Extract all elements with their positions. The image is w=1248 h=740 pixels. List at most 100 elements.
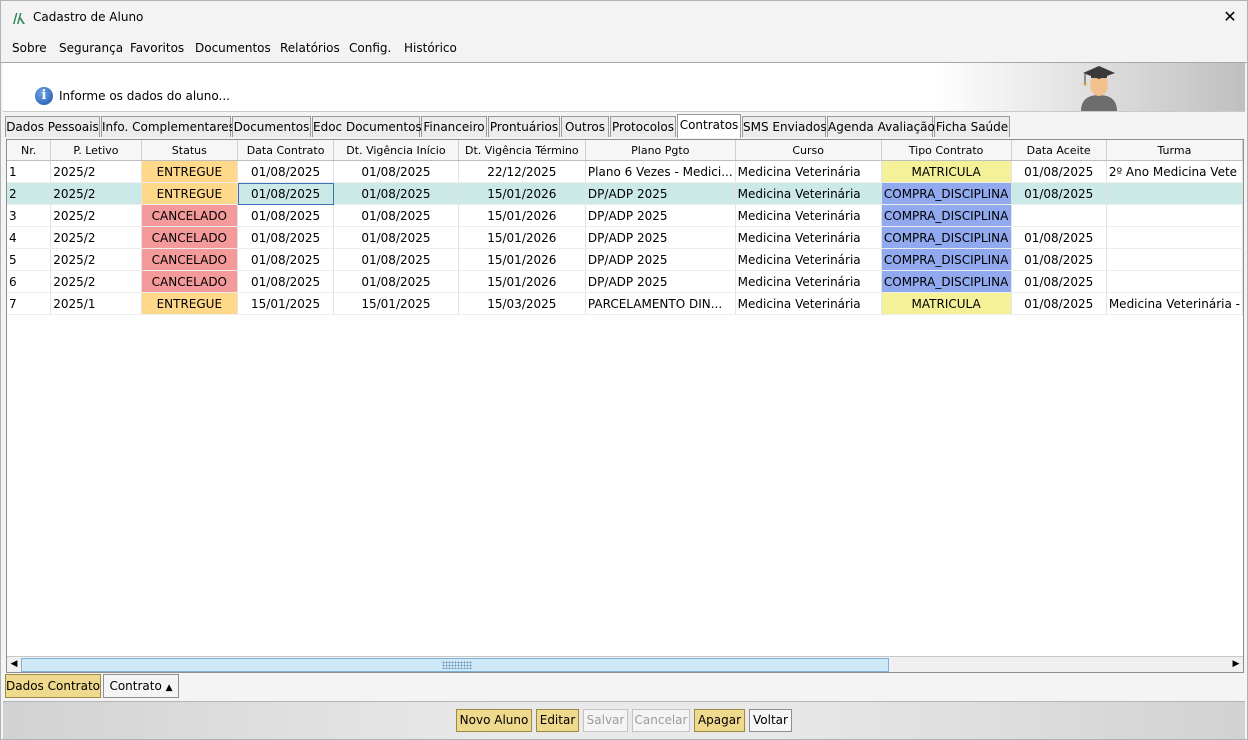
cell-curso: Medicina Veterinária <box>735 204 882 227</box>
menu-historico[interactable]: Histórico <box>404 41 457 55</box>
col-header-data-contrato[interactable]: Data Contrato <box>237 140 335 161</box>
tab-protocolos[interactable]: Protocolos <box>610 116 676 137</box>
close-icon[interactable]: ✕ <box>1221 7 1239 27</box>
col-header-status[interactable]: Status <box>141 140 239 161</box>
cell-vigencia-termino: 15/01/2026 <box>458 204 586 227</box>
tab-documentos[interactable]: Documentos <box>232 116 311 137</box>
cell-curso: Medicina Veterinária <box>735 160 882 183</box>
col-header-vigencia-termino[interactable]: Dt. Vigência Término <box>458 140 586 161</box>
cell-curso: Medicina Veterinária <box>735 182 882 205</box>
col-header-vigencia-inicio[interactable]: Dt. Vigência Início <box>333 140 459 161</box>
col-header-p-letivo[interactable]: P. Letivo <box>50 140 142 161</box>
cell-nr: 4 <box>7 226 52 249</box>
col-header-curso[interactable]: Curso <box>735 140 882 161</box>
cell-plano-pgto: DP/ADP 2025 <box>585 270 736 293</box>
menu-seguranca[interactable]: Segurança <box>59 41 123 55</box>
tab-sms-enviados[interactable]: SMS Enviados <box>742 116 827 137</box>
cell-turma <box>1106 226 1243 249</box>
cell-data-aceite: 01/08/2025 <box>1011 182 1107 205</box>
menu-config[interactable]: Config. <box>349 41 391 55</box>
table-row[interactable]: 3 2025/2 CANCELADO 01/08/2025 01/08/2025… <box>7 204 1243 227</box>
scrollbar-grip-icon <box>442 661 472 669</box>
tab-agenda-avaliacao[interactable]: Agenda Avaliação <box>827 116 935 137</box>
col-header-nr[interactable]: Nr. <box>7 140 52 161</box>
table-row[interactable]: 6 2025/2 CANCELADO 01/08/2025 01/08/2025… <box>7 270 1243 293</box>
cell-vigencia-inicio: 01/08/2025 <box>333 270 459 293</box>
cell-vigencia-termino: 15/01/2026 <box>458 226 586 249</box>
main-window: Cadastro de Aluno ✕ Sobre Segurança Favo… <box>0 0 1248 740</box>
horizontal-scrollbar[interactable]: ◀ ▶ <box>7 656 1243 672</box>
cell-vigencia-termino: 15/01/2026 <box>458 270 586 293</box>
editar-button[interactable]: Editar <box>536 709 579 732</box>
cell-p-letivo: 2025/1 <box>50 292 142 315</box>
cell-data-aceite: 01/08/2025 <box>1011 270 1107 293</box>
col-header-tipo-contrato[interactable]: Tipo Contrato <box>881 140 1012 161</box>
menu-relatorios[interactable]: Relatórios <box>280 41 340 55</box>
cell-plano-pgto: DP/ADP 2025 <box>585 226 736 249</box>
cell-tipo-contrato: COMPRA_DISCIPLINA <box>881 182 1012 205</box>
table-row[interactable]: 7 2025/1 ENTREGUE 15/01/2025 15/01/2025 … <box>7 292 1243 315</box>
cell-data-contrato: 15/01/2025 <box>237 292 335 315</box>
cell-status: CANCELADO <box>141 226 239 249</box>
cell-data-contrato: 01/08/2025 <box>237 248 335 271</box>
cell-data-contrato[interactable]: 01/08/2025 <box>237 182 335 205</box>
cell-p-letivo: 2025/2 <box>50 182 142 205</box>
cell-nr: 3 <box>7 204 52 227</box>
table-row[interactable]: 1 2025/2 ENTREGUE 01/08/2025 01/08/2025 … <box>7 160 1243 183</box>
cell-nr: 6 <box>7 270 52 293</box>
col-header-turma[interactable]: Turma <box>1106 140 1243 161</box>
contrato-label: Contrato <box>109 679 162 693</box>
tab-dados-pessoais[interactable]: Dados Pessoais <box>5 116 100 137</box>
cell-tipo-contrato: MATRICULA <box>881 292 1012 315</box>
cell-p-letivo: 2025/2 <box>50 226 142 249</box>
cell-p-letivo: 2025/2 <box>50 270 142 293</box>
col-header-plano-pgto[interactable]: Plano Pgto <box>585 140 736 161</box>
cell-p-letivo: 2025/2 <box>50 160 142 183</box>
contracts-grid[interactable]: Nr. P. Letivo Status Data Contrato Dt. V… <box>6 139 1244 673</box>
voltar-button[interactable]: Voltar <box>749 709 792 732</box>
cell-vigencia-termino: 15/03/2025 <box>458 292 586 315</box>
cell-nr: 2 <box>7 182 52 205</box>
salvar-button[interactable]: Salvar <box>583 709 628 732</box>
table-row-selected[interactable]: 2 2025/2 ENTREGUE 01/08/2025 01/08/2025 … <box>7 182 1243 205</box>
menu-sobre[interactable]: Sobre <box>12 41 47 55</box>
cell-vigencia-termino: 22/12/2025 <box>458 160 586 183</box>
cell-plano-pgto: DP/ADP 2025 <box>585 248 736 271</box>
tab-outros[interactable]: Outros <box>561 116 609 137</box>
tab-contratos[interactable]: Contratos <box>677 114 741 138</box>
col-header-data-aceite[interactable]: Data Aceite <box>1011 140 1107 161</box>
info-banner: i Informe os dados do aluno... <box>3 63 1245 112</box>
tab-financeiro[interactable]: Financeiro <box>421 116 487 137</box>
info-message: Informe os dados do aluno... <box>59 89 230 103</box>
cancelar-button[interactable]: Cancelar <box>632 709 690 732</box>
cell-vigencia-inicio: 01/08/2025 <box>333 248 459 271</box>
scroll-right-icon[interactable]: ▶ <box>1231 659 1241 669</box>
dados-contrato-button[interactable]: Dados Contrato <box>5 674 101 698</box>
menu-favoritos[interactable]: Favoritos <box>130 41 184 55</box>
cell-data-contrato: 01/08/2025 <box>237 270 335 293</box>
novo-aluno-button[interactable]: Novo Aluno <box>456 709 532 732</box>
tab-info-complementares[interactable]: Info. Complementares <box>101 116 235 137</box>
dados-contrato-label: Dados Contrato <box>6 679 100 693</box>
scroll-left-icon[interactable]: ◀ <box>9 659 19 669</box>
table-row[interactable]: 4 2025/2 CANCELADO 01/08/2025 01/08/2025… <box>7 226 1243 249</box>
cell-data-aceite: 01/08/2025 <box>1011 248 1107 271</box>
info-icon: i <box>35 87 53 105</box>
contrato-dropdown-button[interactable]: Contrato ▲ <box>103 674 179 698</box>
scrollbar-thumb[interactable] <box>21 658 889 672</box>
cell-tipo-contrato: COMPRA_DISCIPLINA <box>881 270 1012 293</box>
apagar-button[interactable]: Apagar <box>694 709 745 732</box>
tab-prontuarios[interactable]: Prontuários <box>488 116 560 137</box>
cell-tipo-contrato: COMPRA_DISCIPLINA <box>881 204 1012 227</box>
menu-documentos[interactable]: Documentos <box>195 41 271 55</box>
cell-plano-pgto: Plano 6 Vezes - Medici... <box>585 160 736 183</box>
cell-status: CANCELADO <box>141 204 239 227</box>
cell-turma <box>1106 204 1243 227</box>
tab-ficha-saude[interactable]: Ficha Saúde <box>934 116 1010 137</box>
cell-vigencia-termino: 15/01/2026 <box>458 248 586 271</box>
cell-data-aceite: 01/08/2025 <box>1011 160 1107 183</box>
tab-edoc-documentos[interactable]: Edoc Documentos <box>312 116 422 137</box>
title-bar: Cadastro de Aluno ✕ <box>1 1 1247 35</box>
table-header-row: Nr. P. Letivo Status Data Contrato Dt. V… <box>7 140 1243 161</box>
table-row[interactable]: 5 2025/2 CANCELADO 01/08/2025 01/08/2025… <box>7 248 1243 271</box>
